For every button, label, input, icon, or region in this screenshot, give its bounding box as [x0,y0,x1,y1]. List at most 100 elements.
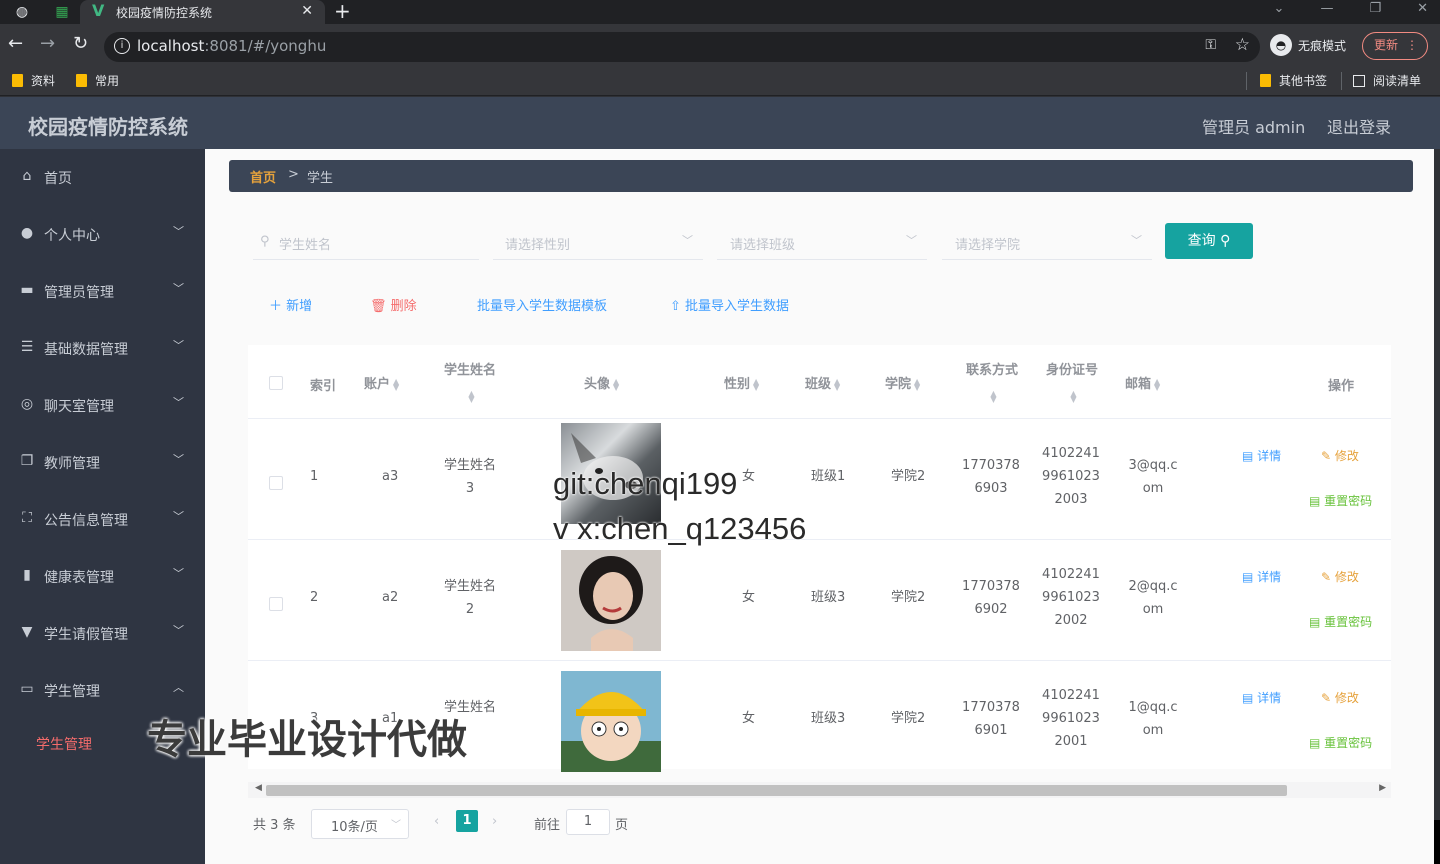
query-button[interactable]: 查询 ⚲ [1165,223,1253,259]
sort-icon[interactable]: ▲ ▼ [914,377,920,391]
more-menu-icon[interactable]: ⋮ [1406,33,1418,58]
globe-icon[interactable]: ◍ [12,2,32,22]
sidebar-item-chatroom[interactable]: ◎ 聊天室管理 ﹀ [0,386,205,426]
col-name[interactable]: 学生姓名 ▲ ▼ [440,358,500,410]
sort-icon[interactable]: ▲ ▼ [1070,389,1076,403]
current-page-button[interactable]: 1 [456,810,478,832]
delete-button[interactable]: 🗑 删除 [370,295,417,314]
reset-password-button[interactable]: ▤ 重置密码 [1309,613,1372,630]
detail-button[interactable]: ▤ 详情 [1242,689,1281,706]
sort-icon[interactable]: ▲ ▼ [1154,377,1160,391]
reset-password-button[interactable]: ▤ 重置密码 [1309,734,1372,751]
forward-icon[interactable]: → [40,34,55,54]
edit-button[interactable]: ✎ 修改 [1321,568,1359,585]
logout-button[interactable]: 退出登录 [1327,114,1391,138]
reset-password-button[interactable]: ▤ 重置密码 [1309,492,1372,509]
row-checkbox[interactable] [269,476,283,490]
edit-button[interactable]: ✎ 修改 [1321,447,1359,464]
sort-icon[interactable]: ▲ ▼ [834,377,840,391]
col-email[interactable]: 邮箱 ▲ ▼ [1125,373,1160,392]
cell-phone: 1770378 6902 [960,575,1022,621]
minimize-icon[interactable]: — [1320,0,1333,18]
sidebar-item-students[interactable]: ▭ 学生管理 ︿ [0,671,205,711]
close-tab-icon[interactable]: ✕ [301,3,313,19]
document-icon: ▤ [1309,494,1325,508]
col-label: 班级 [805,377,832,392]
sidebar-item-leave[interactable]: ▼ 学生请假管理 ﹀ [0,614,205,654]
avatar-cartoon[interactable] [561,671,661,772]
row-checkbox[interactable] [269,597,283,611]
import-button[interactable]: ⇧ 批量导入学生数据 [670,295,789,314]
reload-icon[interactable]: ↻ [73,34,88,54]
sidebar-item-profile[interactable]: ● 个人中心 ﹀ [0,215,205,255]
sidebar-item-home[interactable]: ⌂ 首页 [0,158,205,198]
col-phone[interactable]: 联系方式 ▲ ▼ [962,358,1022,410]
add-button[interactable]: ＋ 新增 [269,295,312,314]
address-bar: ← → ↻ i localhost:8081/#/yonghu ⚿ ☆ ◓ 无痕… [0,24,1440,66]
sidebar-item-label: 聊天室管理 [44,399,114,415]
detail-button[interactable]: ▤ 详情 [1242,568,1281,585]
back-icon[interactable]: ← [8,34,23,54]
restore-icon[interactable]: ❐ [1369,0,1381,18]
sidebar-item-health[interactable]: ▮ 健康表管理 ﹀ [0,557,205,597]
import-template-button[interactable]: 批量导入学生数据模板 [477,295,607,314]
breadcrumb-home[interactable]: 首页 [250,167,276,186]
bookmark-folder[interactable]: 常用 [76,72,119,89]
avatar-woman[interactable] [561,550,661,651]
col-college[interactable]: 学院 ▲ ▼ [885,373,920,392]
star-icon[interactable]: ☆ [1235,35,1250,55]
sidebar-item-teachers[interactable]: ❐ 教师管理 ﹀ [0,443,205,483]
incognito-label: 无痕模式 [1298,38,1347,53]
page-size-select[interactable]: 10条/页 ﹀ [311,809,409,839]
close-window-icon[interactable]: ✕ [1417,0,1428,18]
reset-label: 重置密码 [1324,615,1373,629]
bookmark-folder[interactable]: 资料 [12,72,55,89]
col-account[interactable]: 账户 ▲ ▼ [364,373,399,392]
col-class[interactable]: 班级 ▲ ▼ [805,373,840,392]
sort-icon[interactable]: ▲ ▼ [753,377,759,391]
sort-icon[interactable]: ▲ ▼ [613,377,619,391]
scroll-right-arrow-icon[interactable]: ▶ [1379,783,1386,793]
select-all-checkbox[interactable] [269,376,283,390]
cell-name: 学生姓名 3 [440,454,500,500]
update-button[interactable]: 更新 ⋮ [1362,32,1428,60]
col-idcard[interactable]: 身份证号 ▲ ▼ [1042,358,1102,410]
scrollbar-thumb[interactable] [266,785,1287,796]
reading-list[interactable]: 阅读清单 [1353,72,1421,89]
next-page-icon[interactable]: › [492,814,497,829]
sidebar-item-admins[interactable]: ▬ 管理员管理 ﹀ [0,272,205,312]
sidebar-item-basedata[interactable]: ☰ 基础数据管理 ﹀ [0,329,205,369]
new-tab-icon[interactable]: + [334,0,351,22]
student-name-search-input[interactable]: ⚲ 学生姓名 [253,226,479,260]
tab-search-icon[interactable]: ⌄ [1274,0,1285,18]
other-bookmarks[interactable]: 其他书签 [1260,72,1327,89]
chevron-down-icon: ﹀ [173,567,184,580]
bookmark-label: 资料 [31,74,56,88]
key-icon[interactable]: ⚿ [1205,37,1216,53]
url-field[interactable]: i localhost:8081/#/yonghu ⚿ ☆ [104,32,1260,62]
site-info-icon[interactable]: i [114,38,130,54]
sort-icon[interactable]: ▲ ▼ [393,377,399,391]
sidebar-subitem-students[interactable]: 学生管理 [36,734,92,754]
gender-select[interactable]: 请选择性别 ﹀ [493,226,703,260]
sidebar-item-notices[interactable]: ⛶ 公告信息管理 ﹀ [0,500,205,540]
incognito-indicator[interactable]: ◓ 无痕模式 [1270,34,1346,56]
prev-page-icon[interactable]: ‹ [434,814,439,829]
college-select[interactable]: 请选择学院 ﹀ [942,226,1152,260]
browser-tab[interactable]: V 校园疫情防控系统 ✕ [80,0,325,24]
col-ops: 操作 [1328,379,1355,394]
window-controls: ⌄ — ❐ ✕ [1274,0,1428,18]
sheets-icon[interactable]: ▦ [52,2,72,22]
scroll-left-arrow-icon[interactable]: ◀ [255,783,262,793]
page-size-value: 10条/页 [331,820,378,835]
class-select[interactable]: 请选择班级 ﹀ [717,226,927,260]
edit-button[interactable]: ✎ 修改 [1321,689,1359,706]
sort-icon[interactable]: ▲ ▼ [468,389,474,403]
sort-icon[interactable]: ▲ ▼ [990,389,996,403]
goto-page-input[interactable]: 1 [566,809,610,835]
horizontal-scrollbar[interactable]: ◀ ▶ [248,782,1391,798]
detail-label: 详情 [1257,691,1282,705]
col-gender[interactable]: 性别 ▲ ▼ [724,373,759,392]
col-avatar[interactable]: 头像 ▲ ▼ [584,373,619,392]
detail-button[interactable]: ▤ 详情 [1242,447,1281,464]
